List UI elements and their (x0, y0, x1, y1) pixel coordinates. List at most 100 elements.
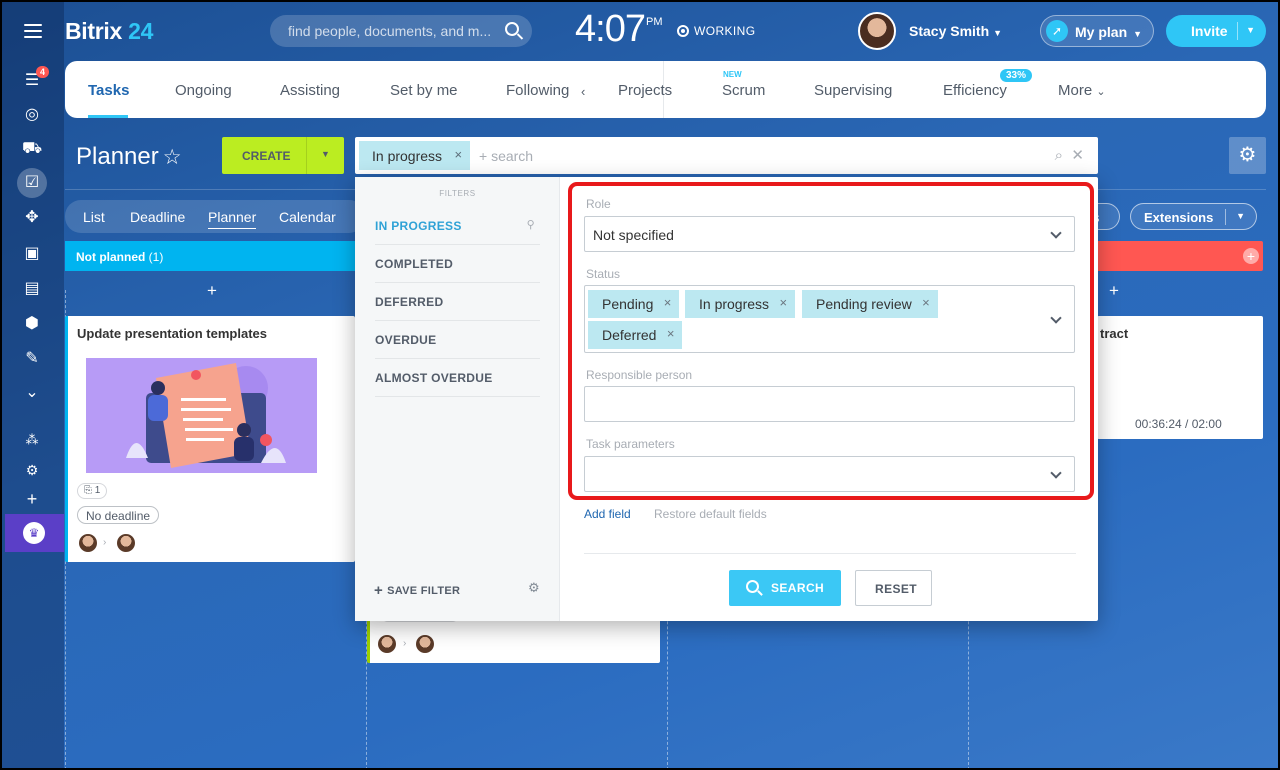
caret-down-icon[interactable]: ▼ (1236, 211, 1245, 221)
tab-scrum[interactable]: Scrum (722, 82, 765, 99)
add-icon[interactable]: + (1243, 248, 1259, 264)
tab-efficiency[interactable]: Efficiency (943, 82, 1007, 99)
clear-icon[interactable]: ✕ (1071, 147, 1084, 164)
tab-more-label: More (1058, 82, 1093, 99)
invite-label: Invite (1191, 23, 1228, 39)
crm-icon[interactable]: ✥ (22, 208, 42, 228)
plus-icon[interactable]: + (22, 489, 42, 509)
creator-avatar[interactable] (79, 534, 97, 552)
efficiency-badge: 33% (1000, 69, 1033, 82)
gear-icon[interactable]: ⚙ (22, 460, 42, 480)
arrow-right-icon: › (103, 537, 107, 548)
preset-deferred[interactable]: DEFERRED (375, 283, 540, 321)
active-filter-label: In progress (372, 148, 443, 164)
checklist-chip[interactable]: ⎘ 1 (77, 483, 108, 499)
tab-set-by-me[interactable]: Set by me (390, 82, 458, 99)
tab-following[interactable]: Following (506, 82, 569, 99)
my-plan-button[interactable]: ➚ My plan ▼ (1040, 15, 1154, 47)
chevron-down-icon: ⌄ (1096, 86, 1106, 98)
add-task-button[interactable]: + (207, 281, 217, 301)
column-header-overdue[interactable]: + (1097, 241, 1263, 271)
add-task-button[interactable]: + (1109, 281, 1119, 301)
search-button[interactable]: SEARCH (729, 570, 841, 606)
tab-more[interactable]: More ⌄ (1058, 82, 1106, 99)
caret-down-icon[interactable]: ▼ (1246, 25, 1255, 35)
search-icon[interactable]: ⌕ (1055, 147, 1063, 164)
user-avatar[interactable] (858, 12, 896, 50)
column-header-not-planned[interactable]: Not planned (1) (65, 241, 360, 271)
task-title[interactable]: Update presentation templates (77, 326, 267, 341)
task-cover-image (86, 358, 317, 473)
restore-default-fields-link[interactable]: Restore default fields (654, 507, 767, 521)
gear-icon[interactable]: ⚙ (528, 580, 540, 596)
save-filter-button[interactable]: + SAVE FILTER (374, 582, 460, 599)
assignee-avatar[interactable] (416, 635, 434, 653)
task-card[interactable]: Update presentation templates ⎘ 1 No dea… (65, 316, 355, 562)
brand-name: Bitrix (65, 18, 122, 44)
collapse-arrow-icon[interactable]: ‹ (581, 84, 585, 99)
my-plan-label: My plan (1075, 24, 1128, 40)
highlight-annotation (568, 182, 1094, 500)
crown-icon: ♛ (23, 522, 45, 544)
box-icon[interactable]: ⬢ (22, 314, 42, 334)
brand-logo[interactable]: Bitrix 24 (65, 18, 153, 45)
task-card[interactable]: tract 00:36:24 / 02:00 (1097, 316, 1263, 439)
create-button[interactable]: CREATE ▼ (222, 137, 344, 174)
target-icon[interactable]: ◎ (22, 105, 42, 125)
signature-icon[interactable]: ✎ (22, 349, 42, 369)
caret-down-icon[interactable]: ▼ (321, 149, 330, 159)
filter-presets-panel: FILTERS IN PROGRESS ⚲ COMPLETED DEFERRED… (355, 177, 560, 621)
pin-icon[interactable]: ⚲ (527, 218, 535, 231)
star-icon[interactable]: ☆ (163, 146, 182, 169)
active-filter-chip[interactable]: In progress × (359, 141, 471, 170)
preset-almost-overdue[interactable]: ALMOST OVERDUE (375, 359, 540, 397)
cart-icon[interactable]: ⛟ (22, 139, 42, 159)
plus-icon: + (374, 582, 384, 599)
preset-in-progress[interactable]: IN PROGRESS ⚲ (375, 207, 540, 245)
divider (1237, 22, 1238, 40)
view-deadline[interactable]: Deadline (130, 209, 185, 225)
sitemap-icon[interactable]: ⁂ (22, 430, 42, 450)
menu-icon[interactable] (24, 24, 42, 38)
robot-icon[interactable]: ▤ (22, 279, 42, 299)
tab-supervising[interactable]: Supervising (814, 82, 892, 99)
assignee-avatar[interactable] (117, 534, 135, 552)
clock[interactable]: 4:07 PM (575, 8, 663, 51)
view-calendar[interactable]: Calendar (279, 209, 336, 225)
settings-button[interactable]: ⚙ (1229, 137, 1266, 174)
user-menu[interactable]: Stacy Smith ▼ (909, 23, 1002, 39)
filter-tools: ⌕ ✕ (1055, 146, 1084, 164)
view-list[interactable]: List (83, 209, 105, 225)
filter-search-input[interactable]: + search (479, 148, 533, 164)
arrow-right-icon: › (403, 638, 407, 649)
reset-button[interactable]: RESET (855, 570, 932, 606)
deadline-chip[interactable]: No deadline (77, 506, 160, 524)
global-search-input[interactable]: find people, documents, and m... (270, 15, 532, 47)
invite-button[interactable]: Invite ▼ (1166, 15, 1266, 47)
task-title[interactable]: tract (1100, 326, 1128, 341)
tasks-icon[interactable]: ☑ (17, 168, 47, 198)
contact-card-icon[interactable]: ▣ (22, 244, 42, 264)
tab-projects[interactable]: Projects (618, 82, 672, 99)
creator-avatar[interactable] (378, 635, 396, 653)
view-planner[interactable]: Planner (208, 209, 257, 229)
preset-overdue[interactable]: OVERDUE (375, 321, 540, 359)
remove-icon[interactable]: × (454, 147, 462, 162)
tab-tasks[interactable]: Tasks (88, 82, 129, 99)
filter-search-bar[interactable]: In progress × + search ⌕ ✕ (355, 137, 1098, 174)
upgrade-button[interactable]: ♛ (5, 514, 64, 552)
task-tabs: Tasks Ongoing Assisting Set by me Follow… (65, 61, 1266, 118)
preset-completed[interactable]: COMPLETED (375, 245, 540, 283)
gear-icon: ⚙ (1238, 144, 1257, 166)
work-status[interactable]: WORKING (677, 24, 755, 38)
tab-ongoing[interactable]: Ongoing (175, 82, 232, 99)
preset-label: OVERDUE (375, 333, 437, 347)
caret-down-icon: ▼ (1133, 29, 1143, 39)
search-icon[interactable] (505, 22, 519, 36)
extensions-button[interactable]: Extensions ▼ (1130, 203, 1257, 230)
tab-assisting[interactable]: Assisting (280, 82, 340, 99)
work-status-label: WORKING (694, 24, 756, 38)
chevron-circle-icon[interactable]: ⌄ (22, 383, 42, 403)
new-badge: NEW (723, 70, 742, 79)
add-field-link[interactable]: Add field (584, 507, 631, 521)
